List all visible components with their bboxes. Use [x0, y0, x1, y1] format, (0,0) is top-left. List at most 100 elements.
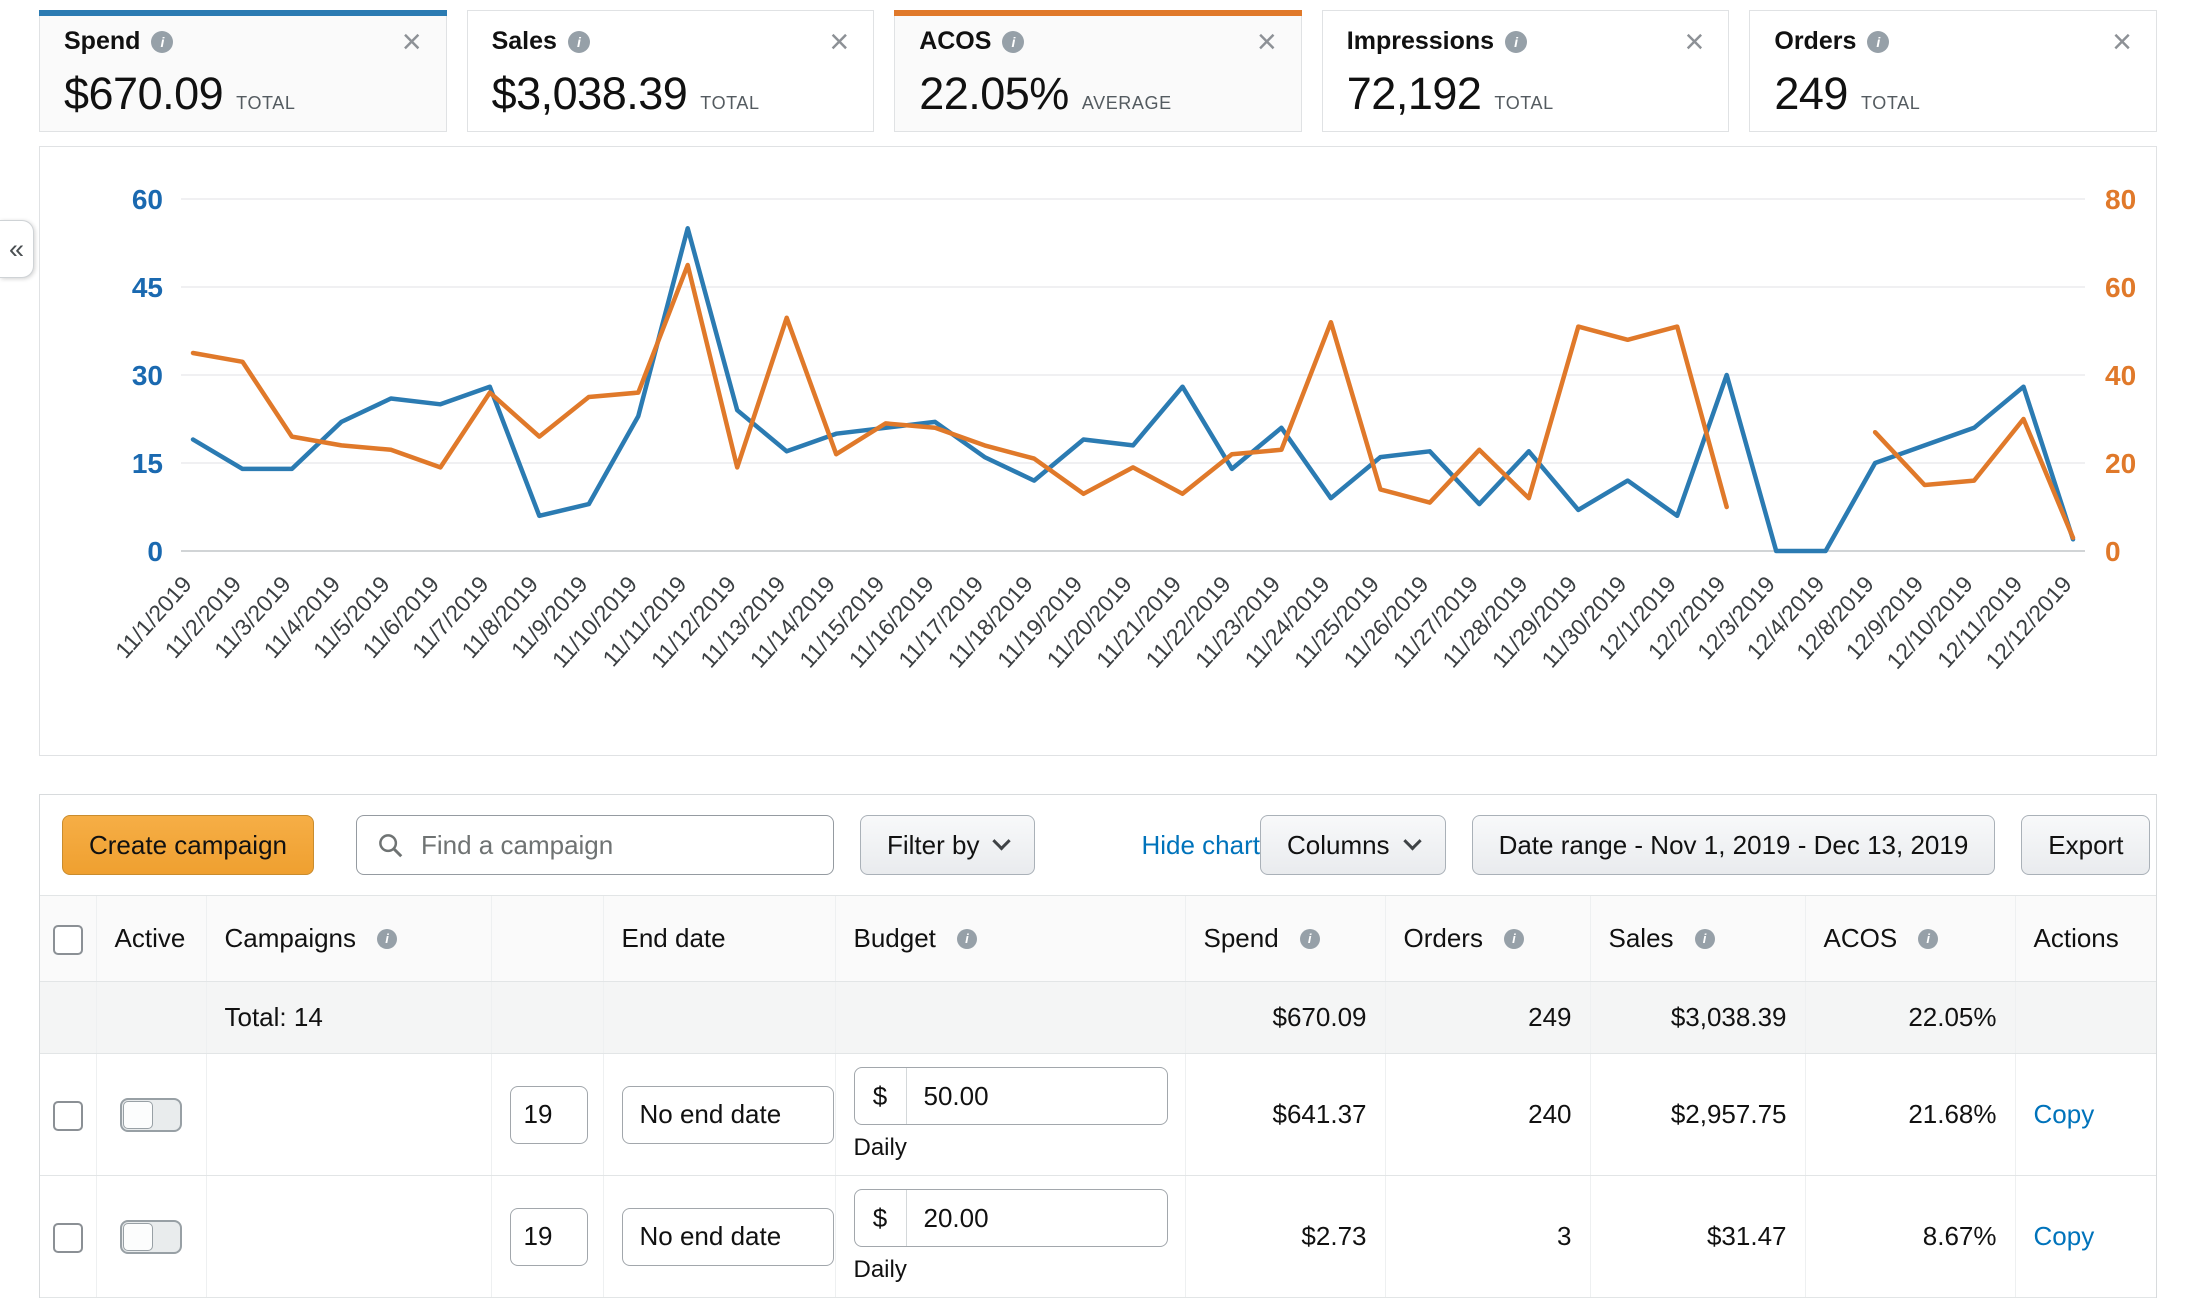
close-icon[interactable]: ×	[1257, 31, 1277, 53]
table-total-row: Total: 14$670.09249$3,038.3922.05%	[40, 982, 2156, 1054]
metric-card-label: Sales	[492, 27, 557, 56]
select-all-checkbox[interactable]	[53, 925, 83, 955]
svg-text:15: 15	[132, 448, 163, 479]
collapse-sidebar-button[interactable]: «	[0, 220, 34, 278]
date-range-button[interactable]: Date range - Nov 1, 2019 - Dec 13, 2019	[1472, 815, 1996, 875]
metric-card-sales[interactable]: Sales i × $3,038.39 TOTAL	[467, 10, 875, 132]
info-icon[interactable]: i	[1695, 929, 1715, 949]
budget-value: 50.00	[907, 1081, 989, 1112]
toolbar: Create campaign Filter by Hide chart Col…	[40, 795, 2156, 895]
svg-text:0: 0	[2105, 536, 2121, 567]
metric-cards-row: Spend i × $670.09 TOTAL Sales i × $3,038…	[39, 10, 2157, 132]
metric-card-label: Impressions	[1347, 27, 1494, 56]
column-header-actions: Actions	[2015, 896, 2156, 982]
end-date-value: No end date	[640, 1221, 782, 1252]
metric-card-orders[interactable]: Orders i × 249 TOTAL	[1749, 10, 2157, 132]
select-all-header	[40, 896, 96, 982]
metric-card-acos[interactable]: ACOS i × 22.05% AVERAGE	[894, 10, 1302, 132]
info-icon[interactable]: i	[1002, 31, 1024, 53]
column-header-sales: Sales i	[1590, 896, 1805, 982]
copy-link[interactable]: Copy	[2034, 1099, 2095, 1129]
table-row: 19No end date $ 50.00 Daily $641.37240$2…	[40, 1054, 2156, 1176]
campaign-active-toggle[interactable]	[120, 1098, 182, 1132]
close-icon[interactable]: ×	[2112, 31, 2132, 53]
campaign-table: Active Campaigns i End date Budget i Spe…	[40, 895, 2156, 1298]
metric-card-value: 22.05%	[919, 68, 1069, 120]
total-orders: 249	[1528, 1002, 1571, 1032]
close-icon[interactable]: ×	[402, 31, 422, 53]
row-checkbox[interactable]	[53, 1101, 83, 1131]
campaign-active-toggle[interactable]	[120, 1220, 182, 1254]
row-sales: $31.47	[1707, 1221, 1787, 1251]
info-icon[interactable]: i	[957, 929, 977, 949]
toolbar-right-group: Columns Date range - Nov 1, 2019 - Dec 1…	[1260, 815, 2150, 875]
row-acos: 21.68%	[1908, 1099, 1996, 1129]
metric-card-value: $3,038.39	[492, 68, 688, 120]
svg-text:20: 20	[2105, 448, 2136, 479]
search-icon	[375, 830, 405, 860]
column-header-label: Campaigns	[225, 923, 357, 954]
end-date-input[interactable]: No end date	[622, 1086, 834, 1144]
close-icon[interactable]: ×	[1685, 31, 1705, 53]
campaign-table-panel: Create campaign Filter by Hide chart Col…	[39, 794, 2157, 1298]
metric-card-qualifier: TOTAL	[1494, 93, 1553, 114]
budget-input[interactable]: $ 20.00	[854, 1189, 1168, 1247]
column-header-label: Budget	[854, 923, 936, 954]
columns-button[interactable]: Columns	[1260, 815, 1446, 875]
currency-prefix: $	[855, 1068, 907, 1124]
column-header-budget: Budget i	[835, 896, 1185, 982]
search-input[interactable]	[419, 829, 815, 862]
start-date-input[interactable]: 19	[510, 1086, 588, 1144]
budget-input[interactable]: $ 50.00	[854, 1067, 1168, 1125]
info-icon[interactable]: i	[1504, 929, 1524, 949]
metric-card-qualifier: TOTAL	[700, 93, 759, 114]
spend-acos-chart: 01530456002040608011/1/201911/2/201911/3…	[43, 149, 2153, 753]
campaign-rows: 19No end date $ 50.00 Daily $641.37240$2…	[40, 1054, 2156, 1298]
filter-by-label: Filter by	[887, 830, 979, 861]
column-header-campaigns: Campaigns i	[206, 896, 491, 982]
info-icon[interactable]: i	[151, 31, 173, 53]
svg-text:80: 80	[2105, 184, 2136, 215]
metric-card-spend[interactable]: Spend i × $670.09 TOTAL	[39, 10, 447, 132]
info-icon[interactable]: i	[1918, 929, 1938, 949]
campaign-search[interactable]	[356, 815, 834, 875]
info-icon[interactable]: i	[1505, 31, 1527, 53]
svg-text:45: 45	[132, 272, 163, 303]
column-header-label: Actions	[2034, 923, 2119, 954]
column-header-label: End date	[622, 923, 726, 954]
row-orders: 3	[1557, 1221, 1571, 1251]
info-icon[interactable]: i	[377, 929, 397, 949]
metric-card-value: $670.09	[64, 68, 223, 120]
info-icon[interactable]: i	[1867, 31, 1889, 53]
row-checkbox[interactable]	[53, 1223, 83, 1253]
column-header-end-date: End date	[603, 896, 835, 982]
column-header-acos: ACOS i	[1805, 896, 2015, 982]
copy-link[interactable]: Copy	[2034, 1221, 2095, 1251]
export-button[interactable]: Export	[2021, 815, 2150, 875]
start-date-input[interactable]: 19	[510, 1208, 588, 1266]
filter-by-button[interactable]: Filter by	[860, 815, 1035, 875]
end-date-value: No end date	[640, 1099, 782, 1130]
metric-card-qualifier: TOTAL	[236, 93, 295, 114]
total-spend: $670.09	[1273, 1002, 1367, 1032]
start-date-value: 19	[524, 1221, 553, 1252]
total-acos: 22.05%	[1908, 1002, 1996, 1032]
metric-card-impressions[interactable]: Impressions i × 72,192 TOTAL	[1322, 10, 1730, 132]
end-date-input[interactable]: No end date	[622, 1208, 834, 1266]
metric-card-label: Spend	[64, 27, 140, 56]
chevron-down-icon	[1403, 832, 1421, 850]
metric-card-qualifier: AVERAGE	[1082, 93, 1172, 114]
close-icon[interactable]: ×	[829, 31, 849, 53]
hide-chart-link[interactable]: Hide chart	[1141, 830, 1260, 861]
row-spend: $641.37	[1273, 1099, 1367, 1129]
column-header-label: Active	[115, 923, 186, 954]
create-campaign-button[interactable]: Create campaign	[62, 815, 314, 875]
metric-card-label: ACOS	[919, 27, 991, 56]
svg-text:30: 30	[132, 360, 163, 391]
column-header-label: Sales	[1609, 923, 1674, 954]
columns-label: Columns	[1287, 830, 1390, 861]
budget-type-label: Daily	[854, 1256, 1168, 1284]
info-icon[interactable]: i	[568, 31, 590, 53]
budget-type-label: Daily	[854, 1134, 1168, 1162]
info-icon[interactable]: i	[1300, 929, 1320, 949]
